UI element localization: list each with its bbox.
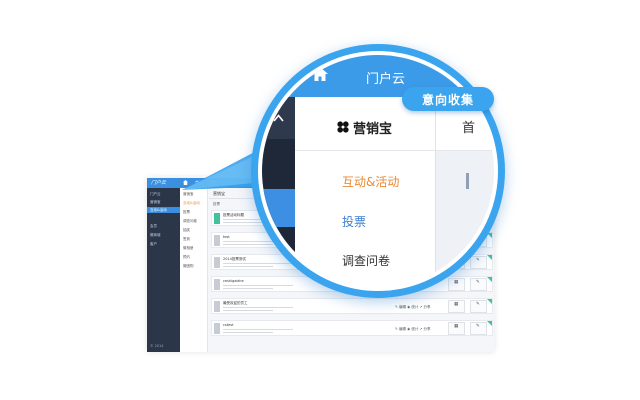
feature-badge: 意向收集: [402, 87, 494, 111]
clover-icon: [337, 121, 349, 133]
chevron-up-icon: [273, 114, 284, 122]
zoom-sidebar: [262, 97, 295, 287]
feature-badge-label: 意向收集: [421, 93, 474, 107]
zoom-right-tab[interactable]: 首: [462, 117, 475, 136]
zoom-right-pane: 首: [435, 97, 494, 287]
text-cursor: [466, 173, 469, 189]
zoom-sidebar-active[interactable]: [262, 189, 295, 227]
menu-item-interaction[interactable]: 互动&活动: [342, 173, 399, 190]
home-icon[interactable]: [312, 67, 328, 81]
promo-stage: 门户云 首页 管理 门户云 营销宝 互动&活动 会员 微商城 客户 © 2014…: [0, 0, 640, 400]
zoom-panel-title: 营销宝: [353, 122, 393, 137]
menu-item-vote[interactable]: 投票: [342, 213, 366, 230]
zoom-topbar-title[interactable]: 门户云: [366, 68, 405, 87]
collapse-button[interactable]: [262, 97, 295, 139]
menu-item-survey[interactable]: 调查问卷: [342, 252, 390, 269]
zoom-menu-panel: 营销宝 互动&活动 投票 调查问卷: [295, 97, 435, 287]
